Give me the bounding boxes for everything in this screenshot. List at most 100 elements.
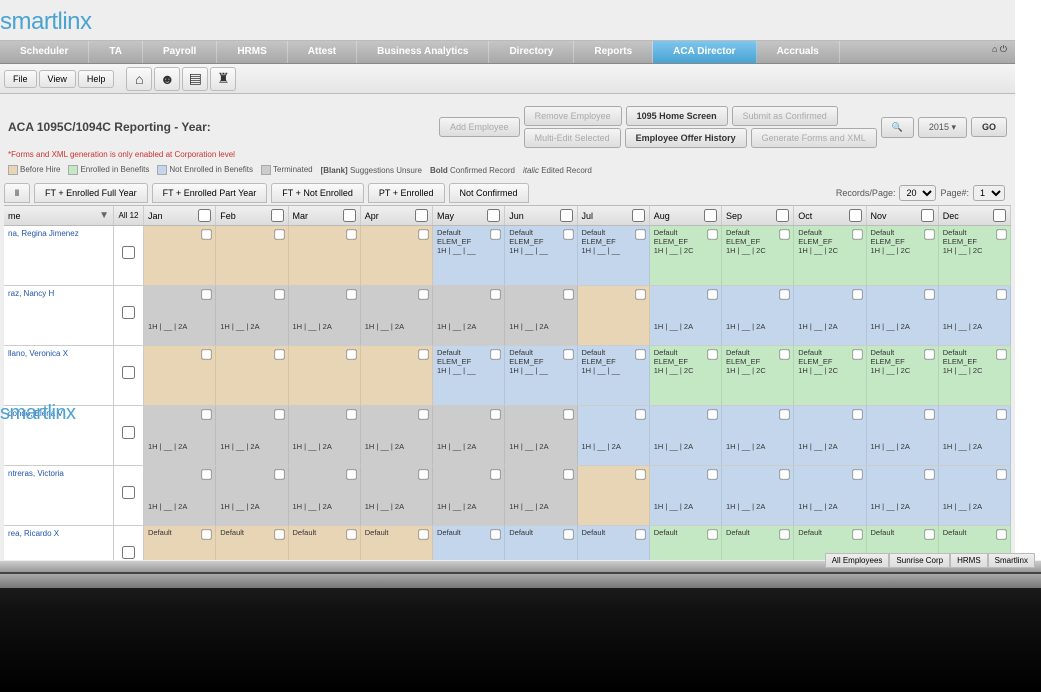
- grid-cell[interactable]: 1H | __ | 2A: [794, 466, 866, 525]
- grid-cell[interactable]: DefaultELEM_EF1H | __ | 2C: [794, 346, 866, 405]
- go-button[interactable]: GO: [971, 117, 1007, 137]
- cell-checkbox[interactable]: [346, 229, 356, 239]
- cell-checkbox[interactable]: [852, 529, 862, 539]
- nav-reports[interactable]: Reports: [574, 41, 653, 63]
- cell-checkbox[interactable]: [852, 409, 862, 419]
- cell-checkbox[interactable]: [924, 409, 934, 419]
- cell-checkbox[interactable]: [418, 349, 428, 359]
- grid-cell[interactable]: 1H | __ | 2A: [722, 406, 794, 465]
- grid-cell[interactable]: 1H | __ | 2A: [939, 466, 1011, 525]
- generate-forms-button[interactable]: Generate Forms and XML: [751, 128, 877, 148]
- grid-cell[interactable]: Default: [144, 526, 216, 560]
- cell-checkbox[interactable]: [852, 229, 862, 239]
- month-checkbox[interactable]: [415, 209, 428, 222]
- remove-employee-button[interactable]: Remove Employee: [524, 106, 622, 126]
- filter-tab[interactable]: ll: [4, 183, 30, 203]
- grid-cell[interactable]: 1H | __ | 2A: [867, 286, 939, 345]
- cell-checkbox[interactable]: [996, 469, 1006, 479]
- employee-name[interactable]: rea, Ricardo X: [4, 526, 114, 560]
- grid-cell[interactable]: 1H | __ | 2A: [505, 406, 577, 465]
- row-checkbox[interactable]: [122, 306, 135, 319]
- grid-cell[interactable]: DefaultELEM_EF1H | __ | __: [505, 346, 577, 405]
- grid-cell[interactable]: 1H | __ | 2A: [794, 406, 866, 465]
- cell-checkbox[interactable]: [563, 229, 573, 239]
- employee-name[interactable]: raz, Nancy H: [4, 286, 114, 345]
- cell-checkbox[interactable]: [563, 469, 573, 479]
- row-checkbox[interactable]: [122, 426, 135, 439]
- menu-file[interactable]: File: [4, 70, 37, 88]
- status-tab[interactable]: Smartlinx: [988, 553, 1015, 560]
- cell-checkbox[interactable]: [924, 229, 934, 239]
- cell-checkbox[interactable]: [780, 229, 790, 239]
- month-checkbox[interactable]: [849, 209, 862, 222]
- col-nov[interactable]: Nov: [867, 206, 939, 225]
- grid-cell[interactable]: [144, 346, 216, 405]
- grid-cell[interactable]: DefaultELEM_EF1H | __ | 2C: [794, 226, 866, 285]
- month-checkbox[interactable]: [560, 209, 573, 222]
- month-checkbox[interactable]: [343, 209, 356, 222]
- cell-checkbox[interactable]: [491, 529, 501, 539]
- cell-checkbox[interactable]: [274, 229, 284, 239]
- cell-checkbox[interactable]: [202, 409, 212, 419]
- nav-scheduler[interactable]: Scheduler: [0, 41, 89, 63]
- filter-tab[interactable]: Not Confirmed: [449, 183, 529, 203]
- cell-checkbox[interactable]: [491, 289, 501, 299]
- grid-cell[interactable]: 1H | __ | 2A: [144, 466, 216, 525]
- cell-checkbox[interactable]: [996, 229, 1006, 239]
- grid-cell[interactable]: Default: [216, 526, 288, 560]
- cell-checkbox[interactable]: [346, 409, 356, 419]
- grid-cell[interactable]: 1H | __ | 2A: [939, 406, 1011, 465]
- cell-checkbox[interactable]: [635, 349, 645, 359]
- cell-checkbox[interactable]: [635, 529, 645, 539]
- grid-cell[interactable]: 1H | __ | 2A: [433, 466, 505, 525]
- grid-cell[interactable]: [361, 226, 433, 285]
- cell-checkbox[interactable]: [346, 529, 356, 539]
- cell-checkbox[interactable]: [924, 289, 934, 299]
- grid-cell[interactable]: 1H | __ | 2A: [722, 286, 794, 345]
- row-checkbox[interactable]: [122, 486, 135, 499]
- search-button[interactable]: 🔍: [881, 117, 914, 138]
- cell-checkbox[interactable]: [563, 409, 573, 419]
- month-checkbox[interactable]: [198, 209, 211, 222]
- cell-checkbox[interactable]: [780, 289, 790, 299]
- grid-cell[interactable]: 1H | __ | 2A: [289, 286, 361, 345]
- grid-cell[interactable]: [578, 286, 650, 345]
- grid-cell[interactable]: 1H | __ | 2A: [361, 286, 433, 345]
- cell-checkbox[interactable]: [996, 349, 1006, 359]
- nav-accruals[interactable]: Accruals: [757, 41, 840, 63]
- col-jan[interactable]: Jan: [144, 206, 216, 225]
- month-checkbox[interactable]: [271, 209, 284, 222]
- cell-checkbox[interactable]: [491, 409, 501, 419]
- cell-checkbox[interactable]: [852, 469, 862, 479]
- nav-hrms[interactable]: HRMS: [217, 41, 287, 63]
- col-mar[interactable]: Mar: [289, 206, 361, 225]
- nav-payroll[interactable]: Payroll: [143, 41, 217, 63]
- grid-cell[interactable]: 1H | __ | 2A: [216, 286, 288, 345]
- grid-cell[interactable]: 1H | __ | 2A: [578, 406, 650, 465]
- cell-checkbox[interactable]: [491, 349, 501, 359]
- cell-checkbox[interactable]: [924, 529, 934, 539]
- year-select[interactable]: 2015 ▾: [918, 117, 967, 138]
- cell-checkbox[interactable]: [996, 529, 1006, 539]
- grid-cell[interactable]: DefaultELEM_EF1H | __ | 2C: [939, 226, 1011, 285]
- grid-cell[interactable]: DefaultELEM_EF1H | __ | 2C: [722, 226, 794, 285]
- nav-home-icon[interactable]: ⌂ ⏻: [984, 41, 1015, 63]
- cell-checkbox[interactable]: [707, 529, 717, 539]
- cell-checkbox[interactable]: [346, 349, 356, 359]
- grid-cell[interactable]: [216, 226, 288, 285]
- status-tab[interactable]: Sunrise Corp: [889, 553, 950, 560]
- add-employee-button[interactable]: Add Employee: [439, 117, 520, 137]
- grid-cell[interactable]: 1H | __ | 2A: [939, 286, 1011, 345]
- grid-cell[interactable]: Default: [505, 526, 577, 560]
- cell-checkbox[interactable]: [202, 529, 212, 539]
- cell-checkbox[interactable]: [418, 469, 428, 479]
- cell-checkbox[interactable]: [491, 469, 501, 479]
- cell-checkbox[interactable]: [707, 349, 717, 359]
- grid-cell[interactable]: 1H | __ | 2A: [433, 406, 505, 465]
- grid-cell[interactable]: DefaultELEM_EF1H | __ | __: [505, 226, 577, 285]
- cell-checkbox[interactable]: [707, 289, 717, 299]
- cell-checkbox[interactable]: [852, 289, 862, 299]
- col-dec[interactable]: Dec: [939, 206, 1011, 225]
- grid-cell[interactable]: [216, 346, 288, 405]
- col-apr[interactable]: Apr: [361, 206, 433, 225]
